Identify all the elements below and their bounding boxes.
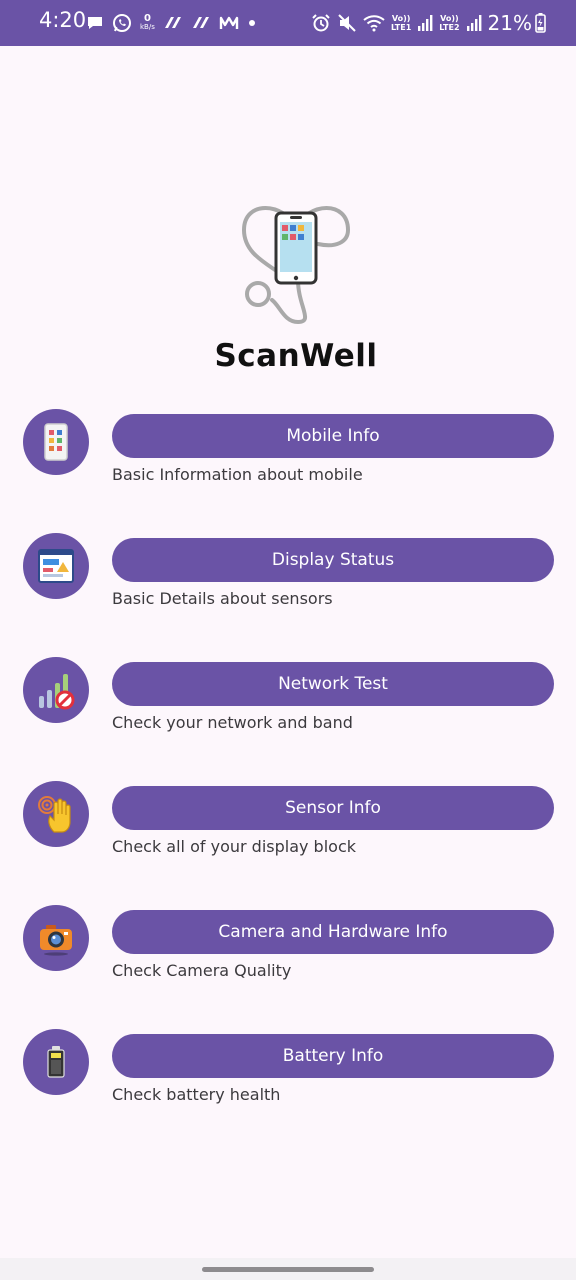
app-title: ScanWell: [214, 338, 378, 374]
status-time: 4:20: [39, 8, 87, 32]
system-status-icons: Vo)) LTE1 Vo)) LTE2 21%: [311, 10, 532, 36]
lte1-label: LTE1: [391, 23, 412, 32]
network-speed: 0 kB/s: [140, 14, 155, 32]
network-test-button[interactable]: Network Test: [112, 662, 554, 706]
feature-icon-mobile-info: [23, 409, 89, 475]
sensor-info-description: Check all of your display block: [112, 837, 357, 856]
feature-row-camera-hardware-info: Camera and Hardware Info Check Camera Qu…: [0, 905, 576, 1015]
volte-label: Vo)): [440, 14, 459, 23]
network-test-description: Check your network and band: [112, 713, 353, 732]
network-speed-unit: kB/s: [140, 23, 155, 31]
network-speed-value: 0: [143, 13, 151, 24]
volte-label: Vo)): [391, 14, 411, 23]
app-notification-icon: [192, 17, 209, 28]
notification-icons: 0 kB/s: [86, 10, 257, 36]
feature-row-sensor-info: Sensor Info Check all of your display bl…: [0, 781, 576, 891]
alarm-icon: [312, 14, 330, 32]
camera-hardware-info-description: Check Camera Quality: [112, 961, 292, 980]
feature-row-display-status: Display Status Basic Details about senso…: [0, 533, 576, 643]
signal-strength-icon: [418, 15, 433, 31]
camera-hardware-info-button[interactable]: Camera and Hardware Info: [112, 910, 554, 954]
feature-icon-camera-hardware-info: [23, 905, 89, 971]
lte2-label: LTE2: [439, 23, 460, 32]
myjio-icon: [219, 16, 239, 29]
battery-icon: [47, 1046, 65, 1078]
feature-icon-sensor-info: [23, 781, 89, 847]
battery-percent: 21%: [487, 11, 532, 35]
whatsapp-icon: [113, 14, 131, 32]
display-status-button[interactable]: Display Status: [112, 538, 554, 582]
wifi-icon: [363, 15, 385, 32]
battery-info-button[interactable]: Battery Info: [112, 1034, 554, 1078]
feature-icon-battery-info: [23, 1029, 89, 1095]
navigation-bar: [0, 1258, 576, 1280]
mobile-info-button[interactable]: Mobile Info: [112, 414, 554, 458]
feature-row-mobile-info: Mobile Info Basic Information about mobi…: [0, 409, 576, 519]
display-status-description: Basic Details about sensors: [112, 589, 333, 608]
phone-apps-icon: [44, 423, 68, 461]
camera-icon: [40, 925, 72, 956]
feature-icon-network-test: [23, 657, 89, 723]
gesture-handle[interactable]: [202, 1267, 374, 1272]
status-bar: 4:20 0 kB/s Vo)) LTE1 Vo)) LTE2 21%: [0, 0, 576, 46]
sim1-lte-badge: Vo)) LTE1: [391, 14, 411, 32]
more-notifications-dot-icon: [248, 20, 255, 26]
mobile-info-description: Basic Information about mobile: [112, 465, 363, 484]
feature-row-battery-info: Battery Info Check battery health: [0, 1029, 576, 1139]
battery-info-description: Check battery health: [112, 1085, 281, 1104]
sensor-info-button[interactable]: Sensor Info: [112, 786, 554, 830]
sim2-lte-badge: Vo)) LTE2: [439, 14, 459, 32]
display-window-icon: [38, 549, 74, 583]
hand-sensor-icon: [38, 796, 71, 833]
signal-strength-icon: [466, 15, 481, 31]
mute-icon: [338, 14, 356, 32]
feature-icon-display-status: [23, 533, 89, 599]
message-icon: [88, 17, 102, 29]
feature-row-network-test: Network Test Check your network and band: [0, 657, 576, 767]
signal-bars-icon: [39, 674, 75, 710]
scanwell-logo-icon: [241, 206, 351, 325]
battery-charging-icon: [535, 13, 546, 33]
app-notification-icon: [164, 17, 181, 28]
